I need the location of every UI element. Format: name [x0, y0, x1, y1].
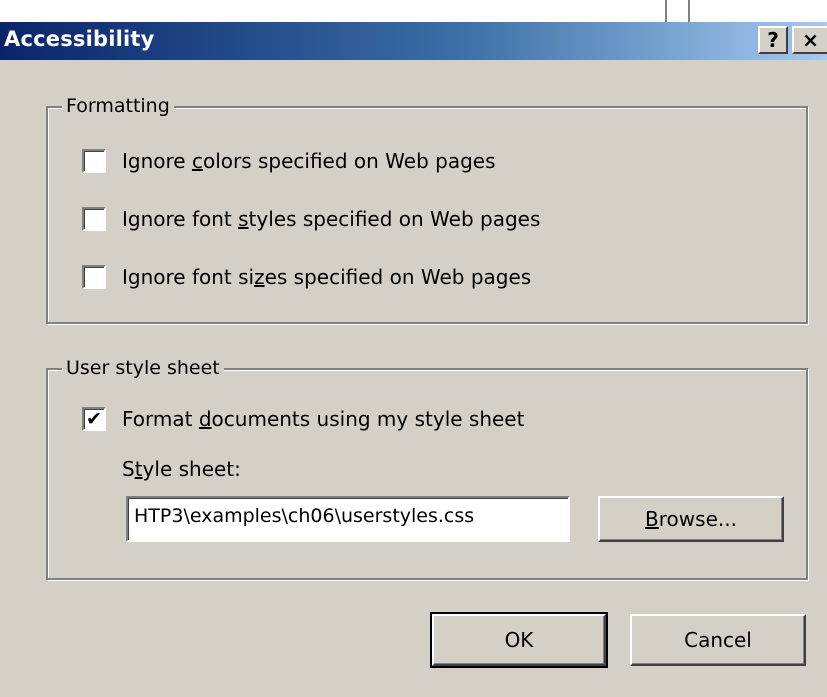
dialog-titlebar[interactable]: Accessibility ? × — [0, 22, 827, 60]
ignore-font-styles-label: Ignore font styles specified on Web page… — [122, 207, 541, 231]
background-divider — [665, 0, 667, 22]
formatting-group-label: Formatting — [62, 93, 174, 119]
close-button[interactable]: × — [792, 26, 827, 54]
style-sheet-input[interactable]: HTP3\examples\ch06\userstyles.css — [126, 496, 570, 542]
user-style-sheet-group-label: User style sheet — [62, 355, 224, 381]
help-icon: ? — [767, 28, 779, 52]
background-divider — [688, 0, 690, 22]
ignore-font-sizes-checkbox[interactable] — [82, 265, 106, 289]
ignore-font-sizes-label: Ignore font sizes specified on Web pages — [122, 265, 532, 289]
formatting-group: Formatting Ignore colors specified on We… — [46, 93, 808, 324]
style-sheet-label: Style sheet: — [122, 457, 241, 481]
format-documents-label: Format documents using my style sheet — [122, 407, 525, 431]
ignore-font-styles-checkbox[interactable] — [82, 207, 106, 231]
dialog-title: Accessibility — [4, 27, 155, 51]
cancel-button[interactable]: Cancel — [630, 614, 806, 666]
checkmark-icon: ✔ — [86, 408, 102, 430]
user-style-sheet-group: User style sheet ✔ Format documents usin… — [46, 355, 808, 580]
close-icon: × — [802, 28, 819, 52]
format-documents-checkbox[interactable]: ✔ — [82, 407, 106, 431]
ignore-colors-label: Ignore colors specified on Web pages — [122, 149, 496, 173]
ignore-colors-checkbox[interactable] — [82, 149, 106, 173]
help-button[interactable]: ? — [758, 26, 788, 54]
background-window — [0, 0, 827, 22]
browse-button-label: Browse... — [645, 507, 737, 531]
browse-button[interactable]: Browse... — [598, 496, 784, 542]
format-documents-option[interactable]: ✔ Format documents using my style sheet — [82, 406, 524, 432]
ignore-font-sizes-option[interactable]: Ignore font sizes specified on Web pages — [82, 264, 531, 290]
ignore-colors-option[interactable]: Ignore colors specified on Web pages — [82, 148, 496, 174]
ignore-font-styles-option[interactable]: Ignore font styles specified on Web page… — [82, 206, 540, 232]
ok-button[interactable]: OK — [430, 612, 608, 668]
